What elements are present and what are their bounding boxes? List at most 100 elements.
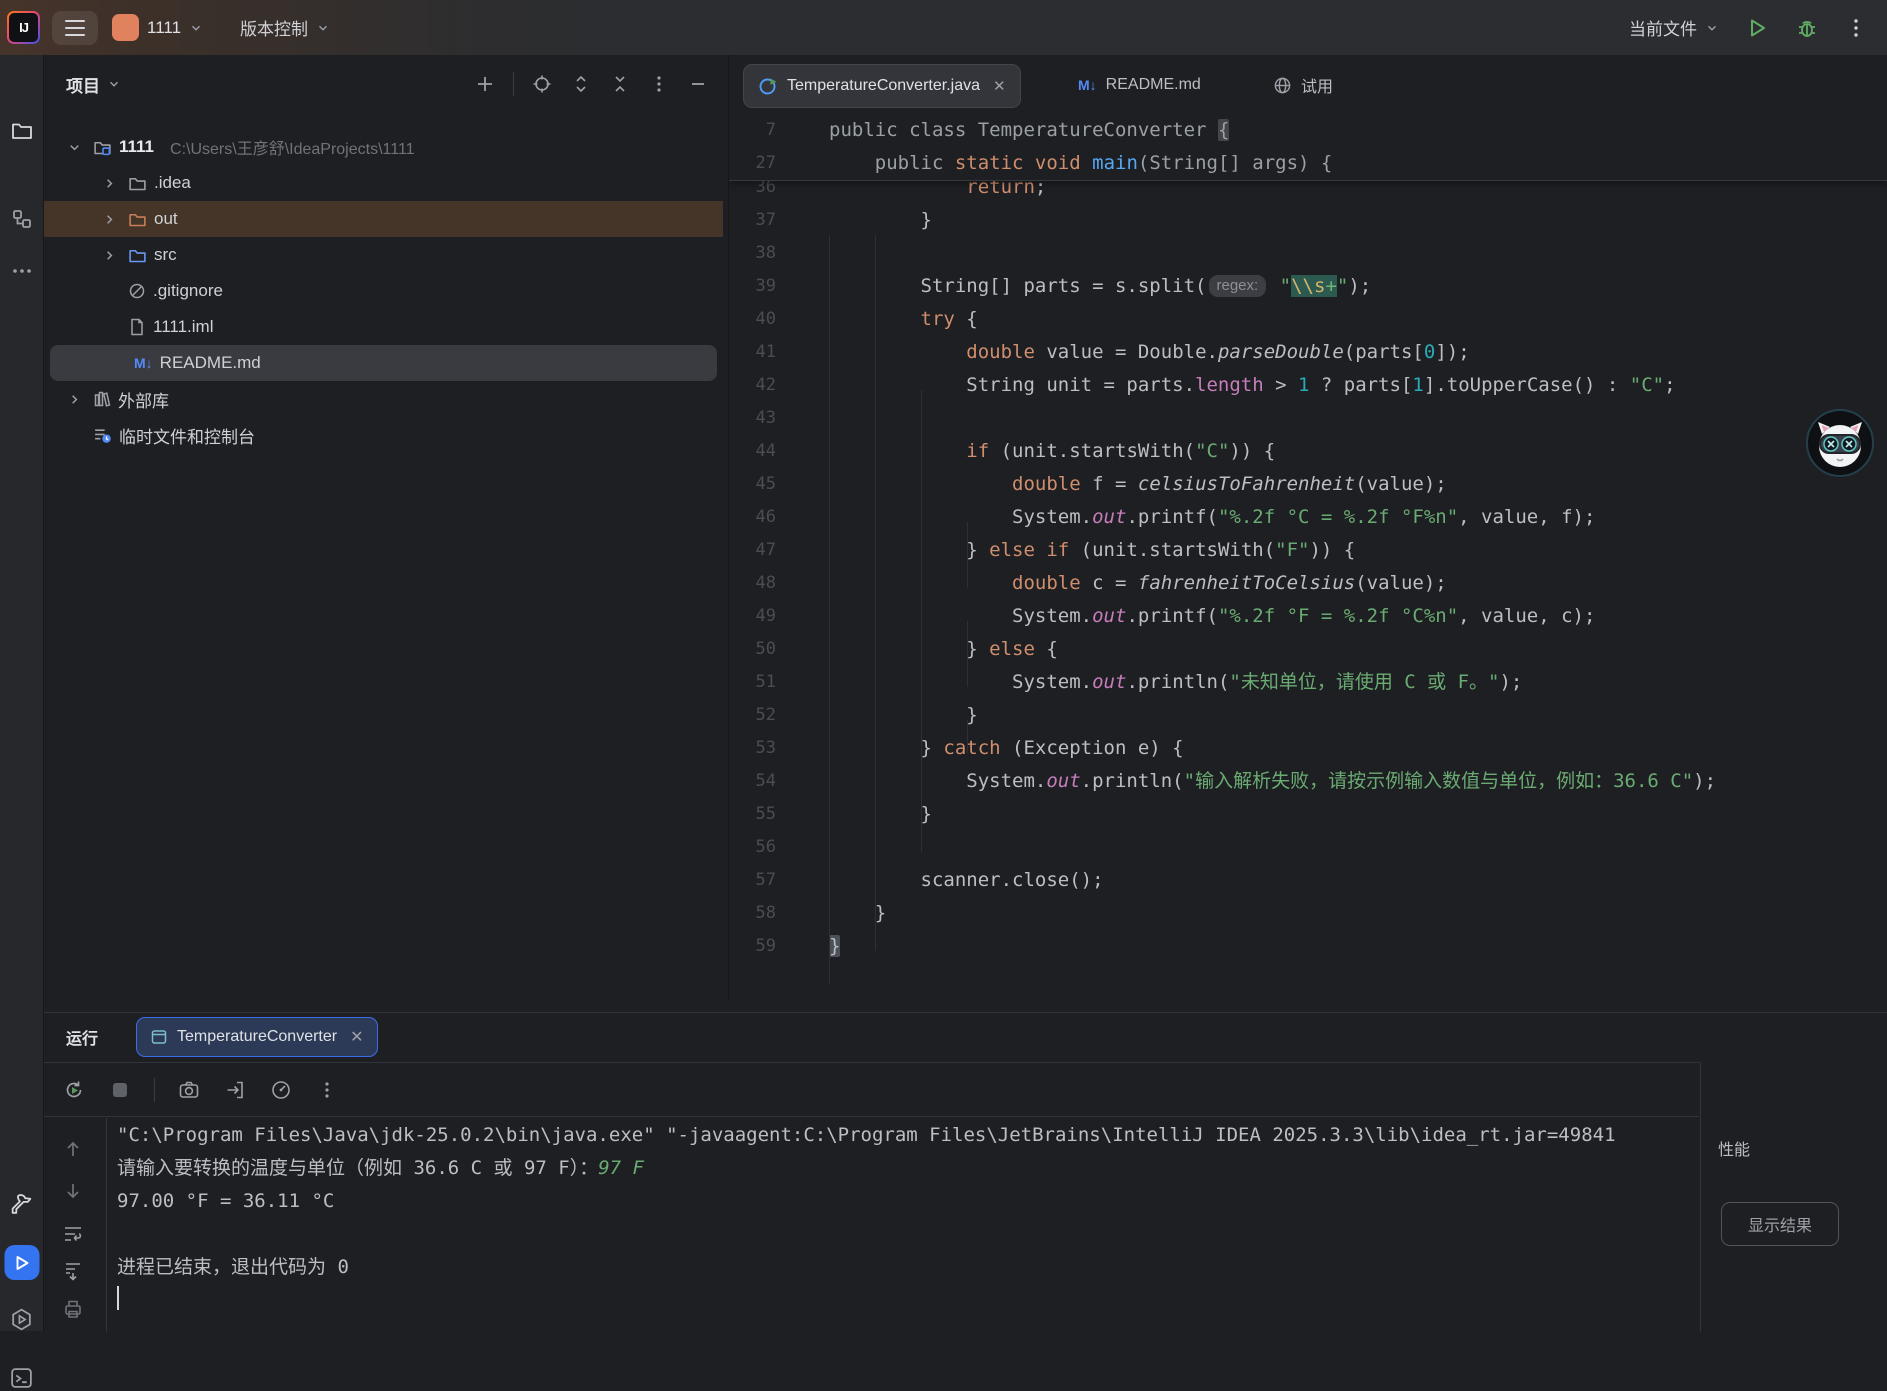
java-class-icon: [758, 76, 778, 96]
tab-temperatureconverter-java[interactable]: TemperatureConverter.java ✕: [743, 64, 1021, 108]
console-line: [117, 1284, 1697, 1317]
tree-row-src[interactable]: src: [44, 237, 723, 273]
code-line-27: 27 public static void main(String[] args…: [729, 147, 1887, 180]
line-number: 48: [729, 567, 776, 600]
editor-tab-bar: TemperatureConverter.java ✕ M↓ README.md…: [729, 55, 1887, 114]
build-tool-icon[interactable]: [8, 1190, 36, 1218]
markdown-icon: M↓: [134, 353, 153, 373]
folder-src-icon: [128, 246, 147, 265]
console-line: [117, 1218, 1697, 1251]
chevron-right-icon[interactable]: [97, 176, 121, 191]
activity-bar: [0, 55, 44, 1331]
chevron-down-icon[interactable]: [62, 140, 86, 155]
tree-row-README.md[interactable]: M↓ README.md: [50, 345, 717, 381]
soft-wrap-icon[interactable]: [62, 1222, 84, 1244]
code-line-44: 44 if (unit.startsWith("C")) {: [729, 435, 1887, 468]
run-tab-temperatureconverter[interactable]: TemperatureConverter ✕: [136, 1017, 377, 1057]
panel-options-button[interactable]: [648, 73, 670, 95]
line-number: 43: [729, 402, 776, 435]
file-icon: [128, 318, 146, 336]
close-tab-icon[interactable]: ✕: [993, 77, 1006, 95]
chevron-right-icon[interactable]: [97, 212, 121, 227]
main-menu-button[interactable]: [52, 11, 98, 45]
services-tool-icon[interactable]: [8, 1305, 36, 1333]
chevron-down-icon: [316, 21, 330, 35]
more-tool-windows-icon[interactable]: [8, 257, 36, 285]
editor-area[interactable]: TemperatureConverter.java ✕ M↓ README.md…: [728, 55, 1887, 999]
code-line-57: 57 scanner.close();: [729, 864, 1887, 897]
line-number: 54: [729, 765, 776, 798]
console-output[interactable]: "C:\Program Files\Java\jdk-25.0.2\bin\ja…: [117, 1119, 1697, 1332]
tree-row-out[interactable]: out: [44, 201, 723, 237]
line-number: 53: [729, 732, 776, 765]
run-panel-title: 运行: [66, 1025, 98, 1049]
run-configuration-selector[interactable]: 当前文件: [1629, 15, 1719, 40]
folder-excluded-icon: [128, 210, 147, 229]
inlay-hint: regex:: [1209, 275, 1267, 297]
tree-row-1111.iml[interactable]: 1111.iml: [44, 309, 723, 345]
show-results-button[interactable]: 显示结果: [1721, 1202, 1839, 1246]
tab-trial[interactable]: 试用: [1259, 64, 1347, 106]
tree-item-label: .idea: [154, 173, 191, 193]
chevron-right-icon[interactable]: [62, 392, 86, 407]
code-line-50: 50 } else {: [729, 633, 1887, 666]
code-line-37: 37 }: [729, 204, 1887, 237]
console-line: 进程已结束，退出代码为 0: [117, 1251, 1697, 1284]
code-line-41: 41 double value = Double.parseDouble(par…: [729, 336, 1887, 369]
tree-item-label: README.md: [160, 353, 261, 373]
project-panel-header: 项目: [44, 55, 723, 113]
version-control-widget[interactable]: 版本控制: [240, 0, 330, 55]
close-tab-icon[interactable]: ✕: [350, 1027, 363, 1047]
run-button[interactable]: [1745, 16, 1769, 40]
sticky-lines: 7public class TemperatureConverter {27 p…: [729, 114, 1887, 181]
project-panel-title[interactable]: 项目: [66, 72, 121, 97]
project-name: 1111: [147, 18, 181, 38]
line-number: 52: [729, 699, 776, 732]
tree-row-临时文件和控制台[interactable]: 临时文件和控制台: [44, 417, 723, 453]
tree-row-.gitignore[interactable]: .gitignore: [44, 273, 723, 309]
expand-all-button[interactable]: [570, 73, 592, 95]
code-line-53: 53 } catch (Exception e) {: [729, 732, 1887, 765]
profiler-gauge-icon[interactable]: [269, 1078, 293, 1102]
code-editor[interactable]: 7public class TemperatureConverter {27 p…: [729, 114, 1887, 999]
next-occurrence-icon[interactable]: [62, 1180, 84, 1202]
code-line-55: 55 }: [729, 798, 1887, 831]
tab-readme-md[interactable]: M↓ README.md: [1064, 64, 1215, 106]
rerun-button[interactable]: [62, 1078, 86, 1102]
line-number: 55: [729, 798, 776, 831]
tree-item-label: 临时文件和控制台: [119, 423, 255, 448]
print-icon[interactable]: [62, 1298, 84, 1320]
prev-occurrence-icon[interactable]: [62, 1138, 84, 1160]
console-line: 请输入要转换的温度与单位（例如 36.6 C 或 97 F）：97 F: [117, 1152, 1697, 1185]
console-more-button[interactable]: [315, 1078, 339, 1102]
line-number: 46: [729, 501, 776, 534]
stop-button[interactable]: [108, 1078, 132, 1102]
line-number: 59: [729, 930, 776, 963]
add-button[interactable]: [474, 73, 496, 95]
tree-row-1111[interactable]: 1111C:\Users\王彦舒\IdeaProjects\1111: [44, 129, 723, 165]
chevron-down-icon: [189, 21, 203, 35]
locate-file-button[interactable]: [531, 73, 553, 95]
more-actions-button[interactable]: [1845, 17, 1867, 39]
project-selector[interactable]: 1111: [112, 0, 203, 55]
chevron-right-icon[interactable]: [97, 248, 121, 263]
exit-icon[interactable]: [223, 1078, 247, 1102]
run-tool-icon[interactable]: [4, 1245, 39, 1280]
collapse-all-button[interactable]: [609, 73, 631, 95]
indent-guide: [967, 621, 968, 687]
chevron-down-icon: [1705, 21, 1719, 35]
debug-button[interactable]: [1795, 16, 1819, 40]
structure-tool-icon[interactable]: [8, 205, 36, 233]
code-line-59: 59}: [729, 930, 1887, 963]
version-control-label: 版本控制: [240, 15, 308, 40]
scroll-to-end-icon[interactable]: [62, 1260, 84, 1282]
project-tool-icon[interactable]: [8, 117, 36, 145]
line-number: 57: [729, 864, 776, 897]
hide-panel-button[interactable]: [687, 73, 709, 95]
tree-row-.idea[interactable]: .idea: [44, 165, 723, 201]
tree-row-外部库[interactable]: 外部库: [44, 381, 723, 417]
code-line-51: 51 System.out.println("未知单位，请使用 C 或 F。")…: [729, 666, 1887, 699]
thread-dump-icon[interactable]: [177, 1078, 201, 1102]
indent-guide: [967, 522, 968, 588]
terminal-tool-icon[interactable]: [8, 1363, 36, 1391]
